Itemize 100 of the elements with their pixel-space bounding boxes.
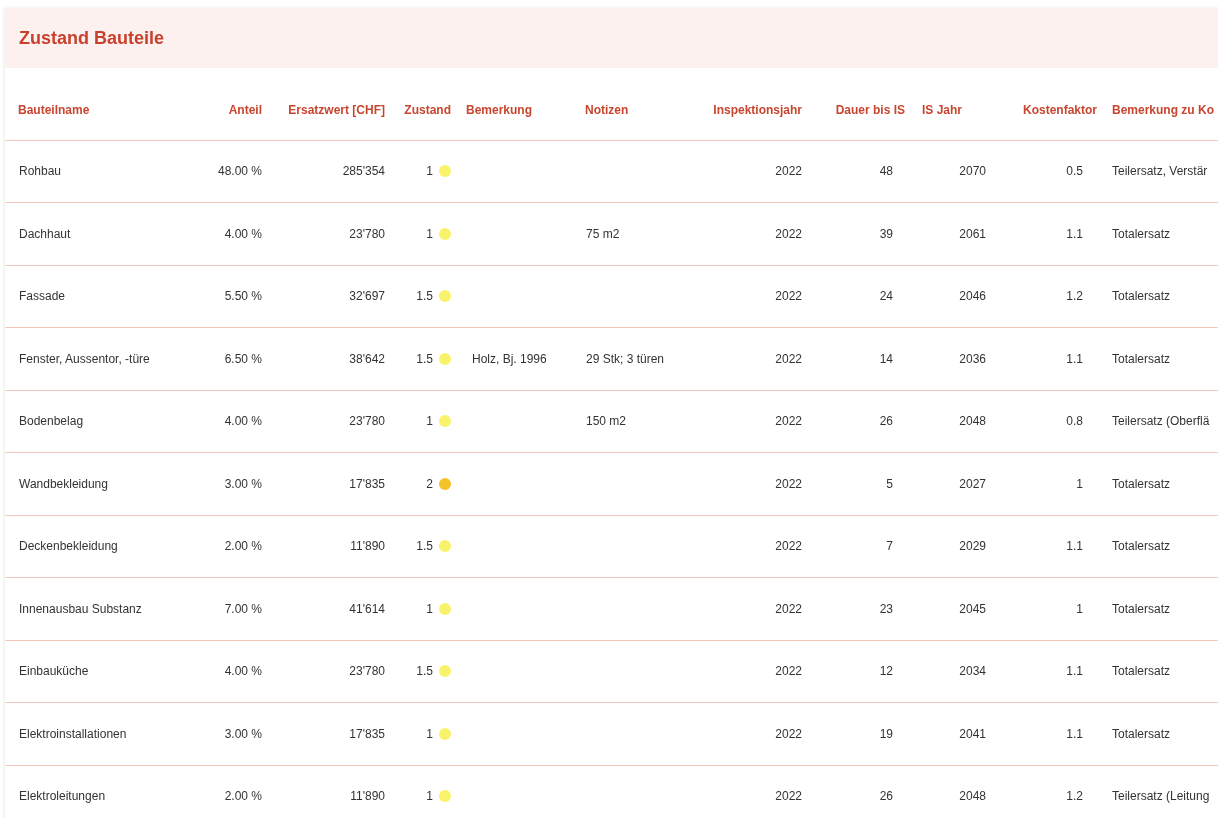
table-cell: 26: [810, 390, 912, 453]
table-cell: Einbauküche: [5, 640, 200, 703]
table-cell: 12: [810, 640, 912, 703]
table-cell: 19: [810, 702, 912, 765]
table-cell: 1.1: [995, 702, 1104, 765]
table-cell: 1.1: [995, 202, 1104, 265]
condition-value: 1: [426, 163, 433, 181]
table-cell: 14: [810, 327, 912, 390]
table-cell: 17'835: [270, 452, 393, 515]
table-cell: Teilersatz (Oberflä: [1104, 390, 1218, 453]
table-cell: Wandbekleidung: [5, 452, 200, 515]
table-cell: Totalersatz: [1104, 577, 1218, 640]
table-cell: 26: [810, 765, 912, 818]
table-cell: Rohbau: [5, 140, 200, 203]
table-cell: 23'780: [270, 640, 393, 703]
table-cell: Totalersatz: [1104, 452, 1218, 515]
table-cell: 7: [810, 515, 912, 578]
condition-value: 2: [426, 475, 433, 493]
table-cell: 2022: [700, 640, 810, 703]
table-cell: Elektroleitungen: [5, 765, 200, 818]
column-header: Anteil: [200, 101, 270, 140]
table-cell: 11'890: [270, 765, 393, 818]
table-cell: 1.1: [995, 327, 1104, 390]
table-cell: 5.50 %: [200, 265, 270, 328]
table-cell: 2036: [912, 327, 995, 390]
table-cell: 5: [810, 452, 912, 515]
table-cell: 0.5: [995, 140, 1104, 203]
table-cell: 48: [810, 140, 912, 203]
table-cell: 23'780: [270, 202, 393, 265]
table-cell: 4.00 %: [200, 640, 270, 703]
table-cell: 39: [810, 202, 912, 265]
table-cell: 2022: [700, 390, 810, 453]
column-header: Notizen: [578, 101, 700, 140]
table-cell: Elektroinstallationen: [5, 702, 200, 765]
table-cell: Fenster, Aussentor, -türe: [5, 327, 200, 390]
table-cell: 23: [810, 577, 912, 640]
table-cell: 4.00 %: [200, 202, 270, 265]
table-cell: 3.00 %: [200, 702, 270, 765]
table-cell: 2022: [700, 702, 810, 765]
condition-value: 1: [426, 413, 433, 431]
table-cell: 2022: [700, 452, 810, 515]
column-header: Dauer bis IS: [810, 101, 912, 140]
table-cell: 29 Stk; 3 türen: [578, 327, 700, 390]
table-cell: 7.00 %: [200, 577, 270, 640]
table-cell: 2027: [912, 452, 995, 515]
table-cell: Innenausbau Substanz: [5, 577, 200, 640]
table-cell: 2041: [912, 702, 995, 765]
table-cell: 3.00 %: [200, 452, 270, 515]
column-header: Bemerkung zu Ko: [1104, 101, 1218, 140]
table-cell: 2029: [912, 515, 995, 578]
condition-value: 1.5: [416, 663, 433, 681]
card-title: Zustand Bauteile: [19, 26, 165, 50]
table-cell: 38'642: [270, 327, 393, 390]
condition-value: 1.5: [416, 288, 433, 306]
table-cell: Bodenbelag: [5, 390, 200, 453]
table-cell: Dachhaut: [5, 202, 200, 265]
column-header: Inspektionsjahr: [700, 101, 810, 140]
table-cell: 6.50 %: [200, 327, 270, 390]
condition-value: 1: [426, 600, 433, 618]
column-header: Bemerkung: [458, 101, 578, 140]
table-cell: Teilersatz (Leitung: [1104, 765, 1218, 818]
table-cell: Totalersatz: [1104, 702, 1218, 765]
table-cell: 1.2: [995, 265, 1104, 328]
column-header: IS Jahr: [912, 101, 995, 140]
table-cell: 2022: [700, 202, 810, 265]
condition-value: 1: [426, 225, 433, 243]
table-cell: 11'890: [270, 515, 393, 578]
table-cell: 17'835: [270, 702, 393, 765]
table-cell: 2.00 %: [200, 765, 270, 818]
table-cell: 2.00 %: [200, 515, 270, 578]
column-header: Bauteilname: [5, 101, 200, 140]
table-cell: 1.1: [995, 515, 1104, 578]
column-header: Zustand: [393, 101, 458, 140]
table-cell: 32'697: [270, 265, 393, 328]
table-cell: 285'354: [270, 140, 393, 203]
table-cell: 2022: [700, 327, 810, 390]
table-cell: Deckenbekleidung: [5, 515, 200, 578]
table-cell: 23'780: [270, 390, 393, 453]
table-cell: 1: [995, 577, 1104, 640]
table-cell: Fassade: [5, 265, 200, 328]
table-cell: 2046: [912, 265, 995, 328]
table-cell: 4.00 %: [200, 390, 270, 453]
table-cell: Totalersatz: [1104, 327, 1218, 390]
table-cell: Teilersatz, Verstär: [1104, 140, 1218, 203]
table-cell: Totalersatz: [1104, 515, 1218, 578]
table-cell: 2022: [700, 140, 810, 203]
table-cell: 2022: [700, 765, 810, 818]
table-cell: Holz, Bj. 1996: [458, 327, 578, 390]
table-cell: 2022: [700, 577, 810, 640]
table-cell: 24: [810, 265, 912, 328]
table-cell: 2048: [912, 390, 995, 453]
table-cell: 2022: [700, 515, 810, 578]
table-cell: 2034: [912, 640, 995, 703]
condition-value: 1.5: [416, 538, 433, 556]
table-cell: 150 m2: [578, 390, 700, 453]
table-cell: Totalersatz: [1104, 265, 1218, 328]
table-cell: 2061: [912, 202, 995, 265]
table-cell: 75 m2: [578, 202, 700, 265]
table-cell: 48.00 %: [200, 140, 270, 203]
table-cell: 2045: [912, 577, 995, 640]
